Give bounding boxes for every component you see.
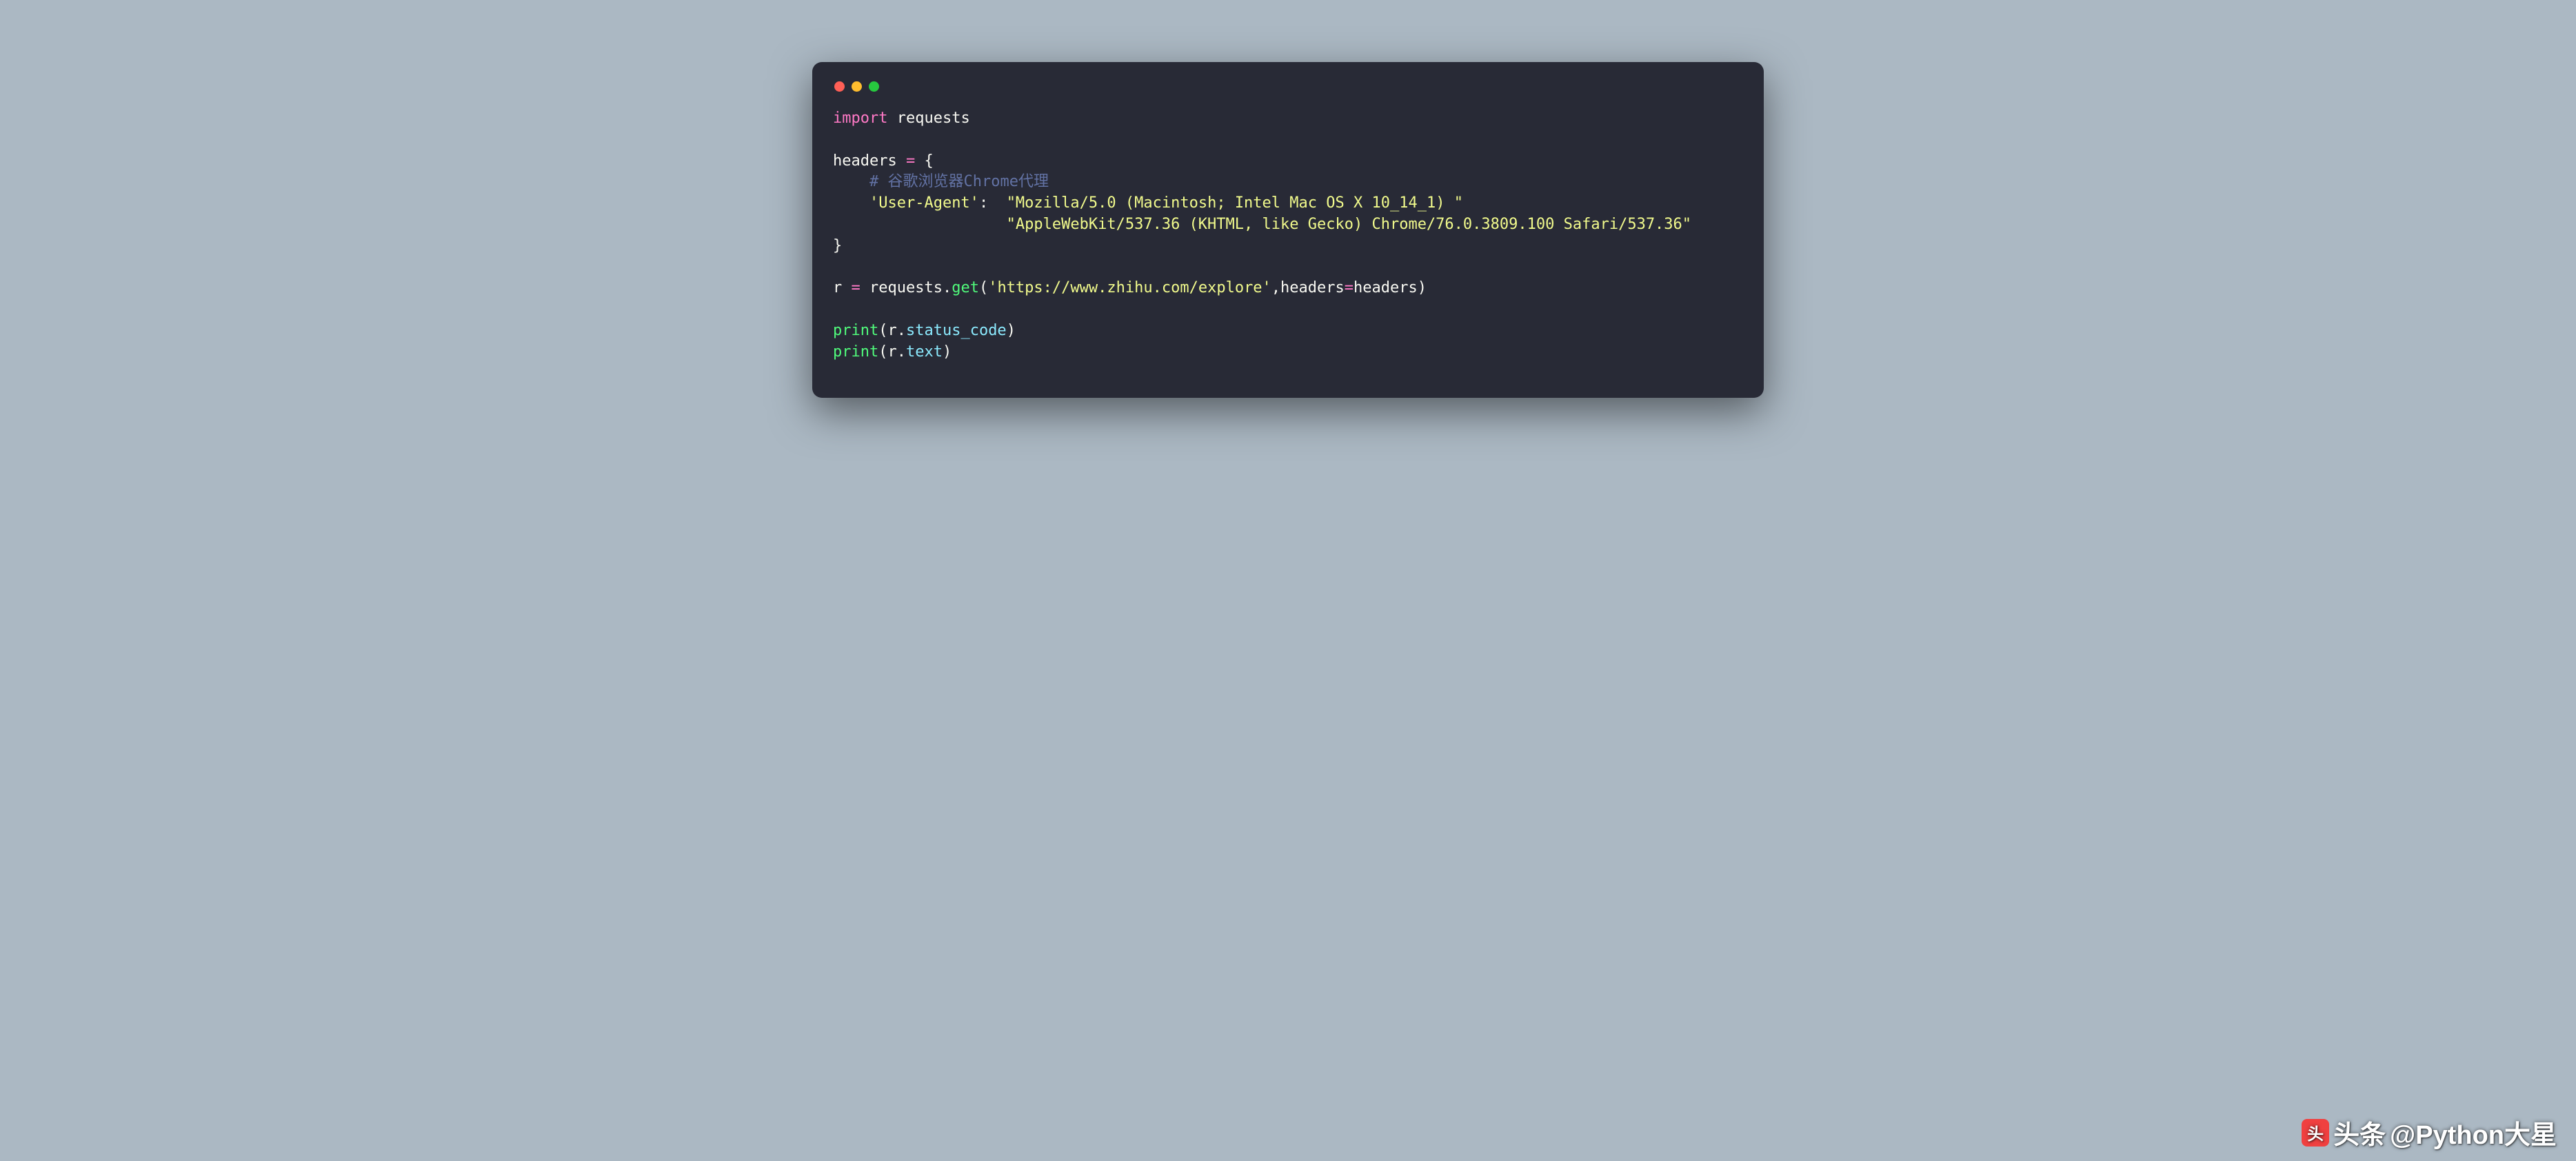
- attr-text: text: [906, 343, 943, 361]
- watermark-prefix: 头条: [2333, 1113, 2386, 1151]
- window-close-icon[interactable]: [834, 81, 845, 92]
- colon: :: [979, 194, 1007, 212]
- dict-key: 'User-Agent': [869, 194, 979, 212]
- fn-print-1: print: [833, 322, 878, 339]
- paren-r1: (r.: [878, 322, 906, 339]
- code-window: import requests headers = { # 谷歌浏览器Chrom…: [812, 62, 1764, 398]
- keyword-import: import: [833, 110, 887, 127]
- ua-string-2: "AppleWebKit/537.36 (KHTML, like Gecko) …: [833, 216, 1691, 233]
- paren-close-2: ): [943, 343, 952, 361]
- window-titlebar: [833, 79, 1743, 108]
- ua-string-1: "Mozilla/5.0 (Macintosh; Intel Mac OS X …: [1007, 194, 1463, 212]
- kwarg-headers: ,headers: [1271, 279, 1345, 296]
- window-minimize-icon[interactable]: [852, 81, 862, 92]
- toutiao-logo-icon: 头: [2302, 1119, 2329, 1147]
- comment-line: # 谷歌浏览器Chrome代理: [833, 173, 1049, 190]
- op-kwarg: =: [1345, 279, 1354, 296]
- window-zoom-icon[interactable]: [869, 81, 879, 92]
- indent: [833, 194, 869, 212]
- paren-r2: (r.: [878, 343, 906, 361]
- op-assign-2: =: [852, 279, 861, 296]
- fn-get: get: [952, 279, 979, 296]
- paren-close-1: ): [1007, 322, 1016, 339]
- var-r: r: [833, 279, 852, 296]
- attr-status-code: status_code: [906, 322, 1007, 339]
- module-name: requests: [887, 110, 969, 127]
- fn-print-2: print: [833, 343, 878, 361]
- op-assign: =: [906, 152, 915, 170]
- url-string: 'https://www.zhihu.com/explore': [988, 279, 1271, 296]
- brace-close: }: [833, 237, 842, 254]
- requests-ref: requests.: [861, 279, 952, 296]
- brace-open: {: [915, 152, 934, 170]
- paren-open: (: [979, 279, 988, 296]
- arg-close: headers): [1354, 279, 1427, 296]
- watermark: 头 头条 @Python大星: [2302, 1113, 2557, 1151]
- watermark-handle: @Python大星: [2390, 1113, 2557, 1151]
- var-headers: headers: [833, 152, 906, 170]
- code-block: import requests headers = { # 谷歌浏览器Chrom…: [833, 108, 1743, 363]
